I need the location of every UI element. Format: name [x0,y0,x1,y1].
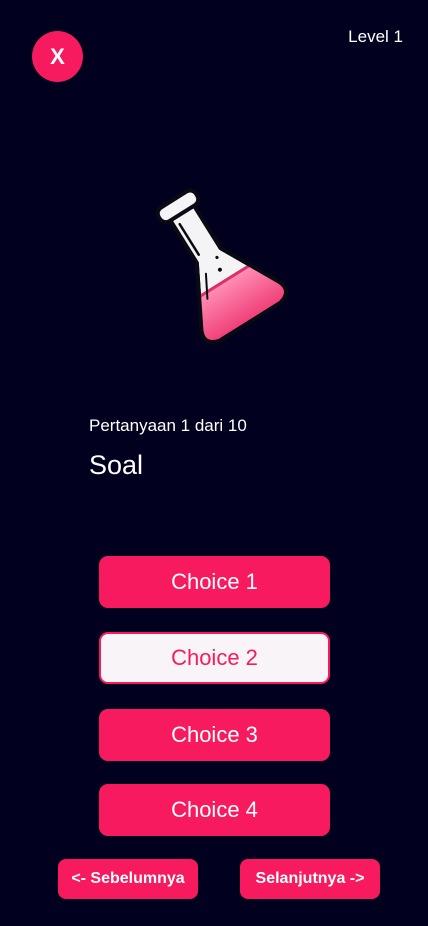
choice-2-button[interactable]: Choice 2 [99,632,330,684]
choice-4-button[interactable]: Choice 4 [99,784,330,836]
choice-1-button[interactable]: Choice 1 [99,556,330,608]
next-button[interactable]: Selanjutnya -> [240,859,380,899]
choice-3-button[interactable]: Choice 3 [99,709,330,761]
question-text: Soal [89,450,144,480]
close-button[interactable]: X [32,31,83,82]
flask-icon [155,188,289,345]
question-counter: Pertanyaan 1 dari 10 [89,416,247,435]
level-indicator: Level 1 [348,27,403,46]
close-icon: X [50,43,65,69]
previous-button[interactable]: <- Sebelumnya [58,859,198,899]
